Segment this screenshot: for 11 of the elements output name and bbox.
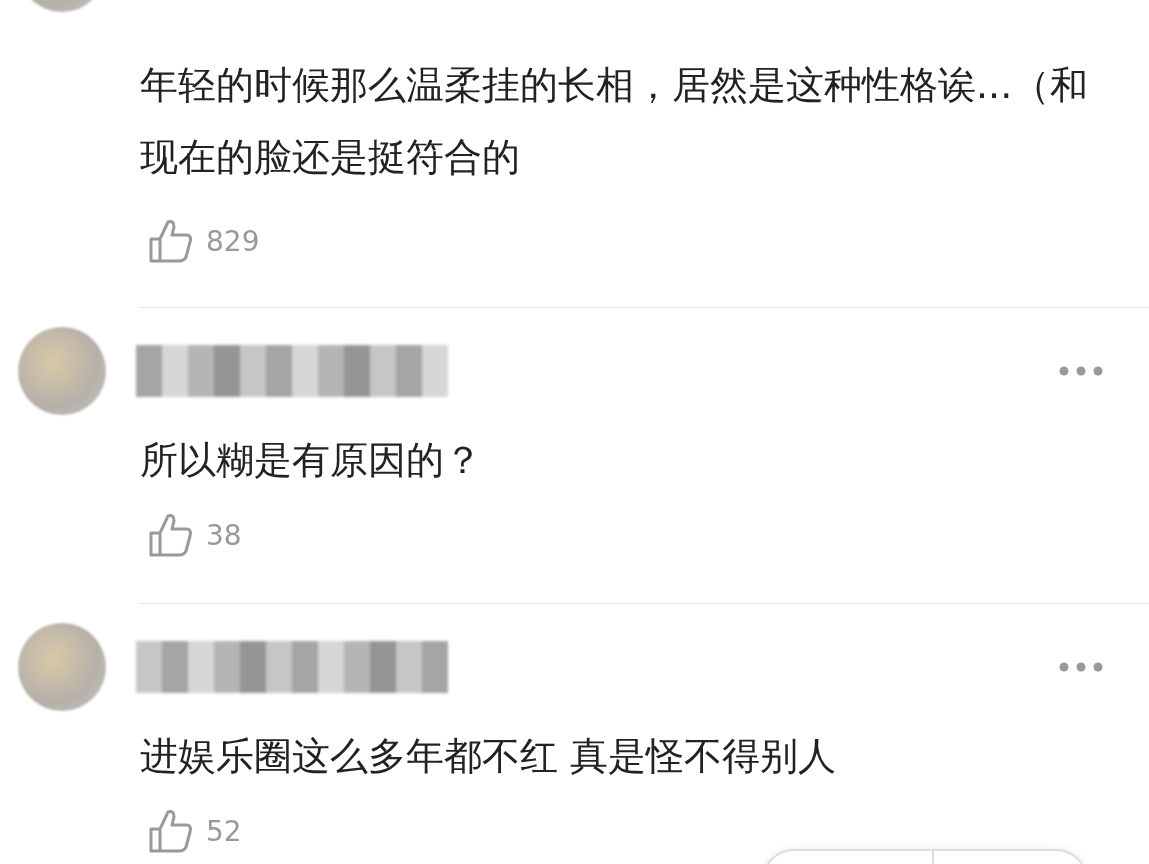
like-count: 38 <box>206 518 242 552</box>
comment-text: 进娱乐圈这么多年都不红 真是怪不得别人 <box>140 733 838 780</box>
thumbs-up-icon[interactable] <box>148 218 194 264</box>
comment-text: 所以糊是有原因的？ <box>140 437 483 484</box>
comment-text: 年轻的时候那么温柔挂的长相，居然是这种性格诶...（和现在的脸还是挺符合的 <box>140 62 1090 181</box>
like-count: 52 <box>206 814 242 848</box>
thumbs-up-icon[interactable] <box>148 808 194 854</box>
like-count: 829 <box>206 224 260 258</box>
more-options-icon[interactable] <box>1059 366 1103 376</box>
thumbs-up-icon[interactable] <box>148 512 194 558</box>
more-options-icon[interactable] <box>1059 662 1103 672</box>
